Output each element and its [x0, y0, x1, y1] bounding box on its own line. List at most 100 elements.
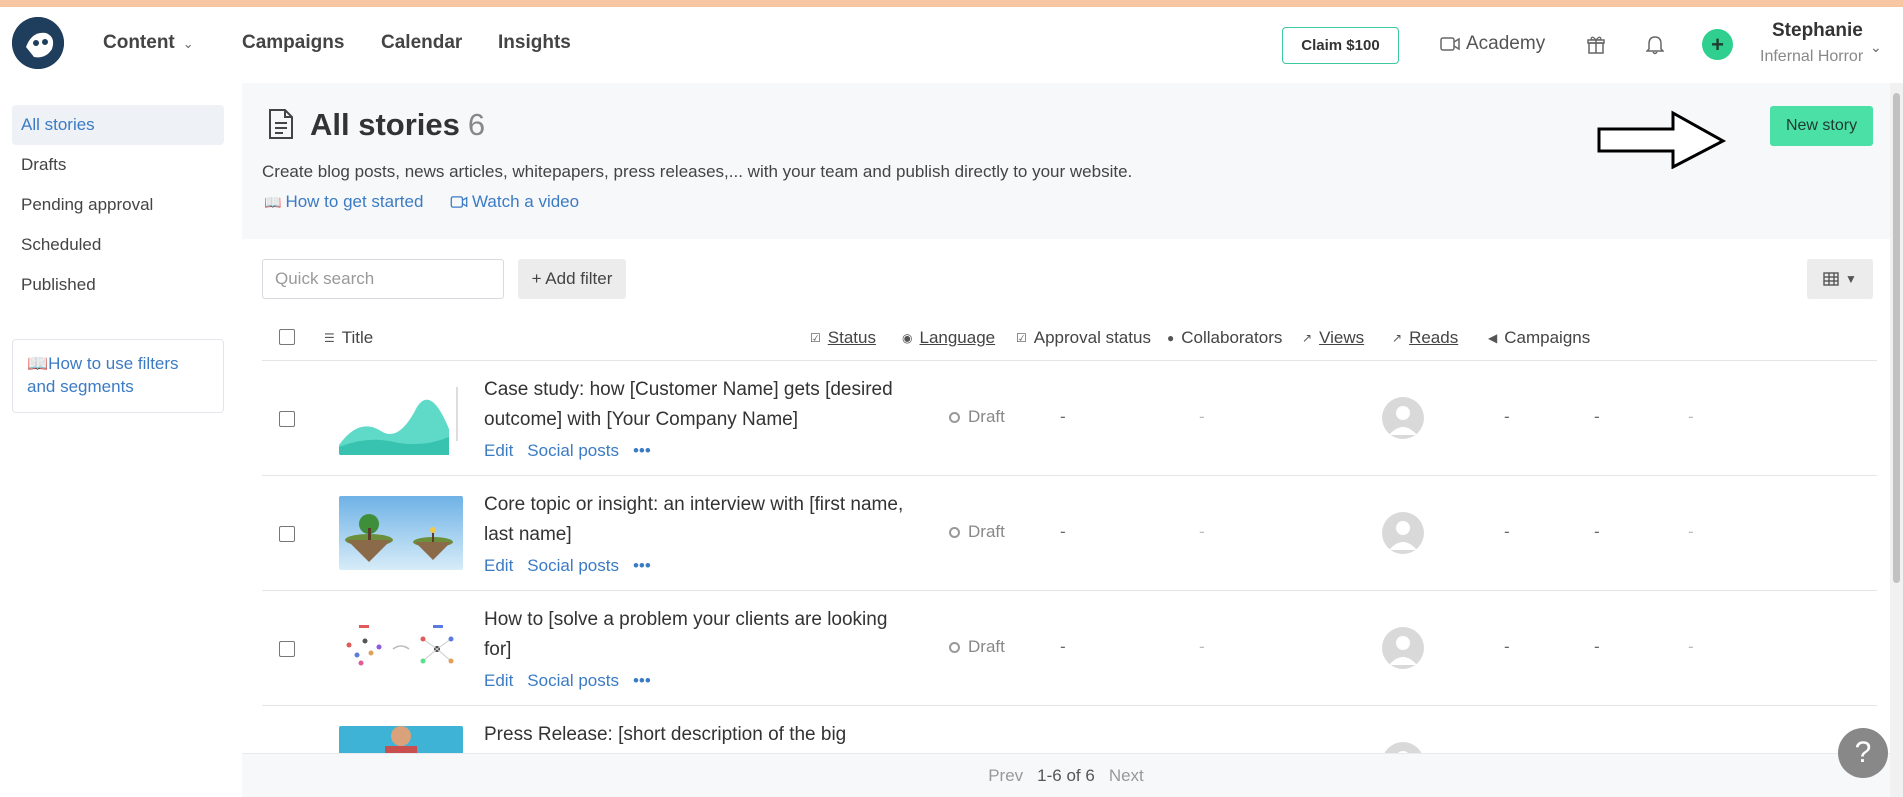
column-views[interactable]: ↗ Views — [1302, 328, 1364, 348]
next-page-button[interactable]: Next — [1109, 766, 1144, 786]
table-view-icon — [1823, 272, 1839, 286]
video-icon — [1440, 37, 1460, 51]
academy-label: Academy — [1466, 33, 1546, 54]
status-dot-icon — [949, 411, 960, 423]
column-approval-label: Approval status — [1033, 328, 1151, 347]
document-icon — [269, 109, 293, 139]
nav-insights[interactable]: Insights — [498, 32, 571, 54]
column-reads-label: Reads — [1409, 328, 1459, 347]
campaigns-cell: - — [1688, 637, 1694, 656]
avatar[interactable] — [1382, 512, 1424, 554]
column-approval-status[interactable]: ☑ Approval status — [1016, 328, 1151, 348]
sidebar-item-pending-approval[interactable]: Pending approval — [12, 185, 224, 225]
create-plus-icon[interactable]: + — [1702, 29, 1733, 60]
table-row[interactable]: How to [solve a problem your clients are… — [262, 591, 1877, 706]
column-reads[interactable]: ↗ Reads — [1392, 328, 1458, 348]
edit-link[interactable]: Edit — [484, 556, 513, 576]
nav-content-label: Content — [103, 32, 175, 53]
row-checkbox[interactable] — [279, 641, 295, 657]
social-posts-link[interactable]: Social posts — [527, 441, 619, 461]
gift-icon[interactable] — [1582, 31, 1610, 59]
top-navbar: Content ⌄ Campaigns Calendar Insights Cla… — [0, 7, 1903, 83]
column-status[interactable]: ☑ Status — [810, 328, 876, 348]
pagination: Prev 1-6 of 6 Next — [242, 753, 1890, 797]
sidebar-item-published[interactable]: Published — [12, 265, 224, 305]
story-title[interactable]: How to [solve a problem your clients are… — [484, 605, 904, 665]
column-language[interactable]: ◉ Language — [902, 328, 995, 348]
story-title[interactable]: Core topic or insight: an interview with… — [484, 490, 904, 550]
sidebar-item-scheduled[interactable]: Scheduled — [12, 225, 224, 265]
how-to-get-started-link[interactable]: 📖 How to get started — [264, 192, 423, 212]
column-collaborators[interactable]: ● Collaborators — [1167, 328, 1282, 348]
edit-link[interactable]: Edit — [484, 441, 513, 461]
nav-campaigns[interactable]: Campaigns — [242, 32, 344, 54]
bell-icon[interactable] — [1641, 31, 1669, 59]
sidebar-item-drafts[interactable]: Drafts — [12, 145, 224, 185]
story-title[interactable]: Press Release: [short description of the… — [484, 720, 904, 750]
user-name[interactable]: Stephanie — [1772, 20, 1863, 42]
column-views-label: Views — [1319, 328, 1365, 347]
status-label: Draft — [968, 637, 1005, 656]
academy-link[interactable]: Academy — [1440, 33, 1545, 55]
avatar[interactable] — [1382, 397, 1424, 439]
approval-cell: - — [1199, 407, 1205, 426]
story-thumbnail[interactable] — [339, 381, 463, 455]
check-square-icon: ☑ — [1016, 331, 1027, 345]
user-icon: ● — [1167, 331, 1175, 345]
scrollbar-thumb[interactable] — [1893, 93, 1900, 583]
column-title[interactable]: ☰ Title — [324, 328, 373, 348]
book-icon: 📖 — [27, 354, 49, 373]
story-count: 6 — [467, 107, 486, 142]
filters-help-link[interactable]: 📖How to use filters and segments — [12, 339, 224, 413]
main-content: All stories 6 Create blog posts, news art… — [242, 83, 1890, 797]
edit-link[interactable]: Edit — [484, 671, 513, 691]
new-story-button[interactable]: New story — [1770, 106, 1873, 146]
language-cell: - — [1060, 637, 1066, 656]
sidebar-item-all-stories[interactable]: All stories — [12, 105, 224, 145]
story-thumbnail[interactable] — [339, 496, 463, 570]
avatar[interactable] — [1382, 627, 1424, 669]
reads-cell: - — [1594, 522, 1600, 541]
social-posts-link[interactable]: Social posts — [527, 671, 619, 691]
add-filter-button[interactable]: + Add filter — [518, 259, 626, 299]
help-question-icon[interactable]: ? — [1838, 728, 1888, 778]
caret-down-icon: ▼ — [1845, 272, 1857, 286]
status-badge: Draft — [949, 407, 1005, 427]
filters-help-label: How to use filters and segments — [27, 354, 179, 396]
claim-reward-button[interactable]: Claim $100 — [1282, 27, 1399, 64]
sloth-logo-icon[interactable] — [12, 17, 64, 69]
more-actions-icon[interactable]: ••• — [633, 441, 651, 461]
page-title-text: All stories — [310, 107, 460, 142]
story-title[interactable]: Case study: how [Customer Name] gets [de… — [484, 375, 904, 435]
more-actions-icon[interactable]: ••• — [633, 671, 651, 691]
column-language-label: Language — [919, 328, 996, 347]
watch-video-link[interactable]: Watch a video — [450, 192, 579, 212]
quick-search-input[interactable] — [262, 259, 504, 299]
nav-content[interactable]: Content ⌄ — [103, 32, 194, 54]
row-checkbox[interactable] — [279, 526, 295, 542]
table-row[interactable]: Case study: how [Customer Name] gets [de… — [262, 361, 1877, 476]
column-campaigns[interactable]: ◀ Campaigns — [1488, 328, 1590, 348]
row-checkbox[interactable] — [279, 411, 295, 427]
social-posts-link[interactable]: Social posts — [527, 556, 619, 576]
view-toggle-button[interactable]: ▼ — [1807, 259, 1873, 299]
prev-page-button[interactable]: Prev — [988, 766, 1023, 786]
globe-icon: ◉ — [902, 331, 913, 345]
user-menu-chevron-icon[interactable]: ⌄ — [1870, 39, 1882, 56]
book-icon: 📖 — [264, 193, 282, 210]
story-thumbnail[interactable] — [339, 611, 463, 685]
page-range: 1-6 of 6 — [1037, 765, 1095, 785]
vertical-scrollbar[interactable] — [1890, 83, 1903, 797]
more-actions-icon[interactable]: ••• — [633, 556, 651, 576]
status-badge: Draft — [949, 522, 1005, 542]
campaigns-cell: - — [1688, 522, 1694, 541]
table-row[interactable]: Core topic or insight: an interview with… — [262, 476, 1877, 591]
user-organization[interactable]: Infernal Horror — [1760, 48, 1863, 66]
select-all-checkbox[interactable] — [279, 329, 295, 345]
check-square-icon: ☑ — [810, 331, 821, 345]
column-collaborators-label: Collaborators — [1181, 328, 1283, 347]
campaigns-cell: - — [1688, 407, 1694, 426]
nav-calendar[interactable]: Calendar — [381, 32, 462, 54]
page-title: All stories 6 — [310, 107, 485, 143]
status-dot-icon — [949, 526, 960, 538]
